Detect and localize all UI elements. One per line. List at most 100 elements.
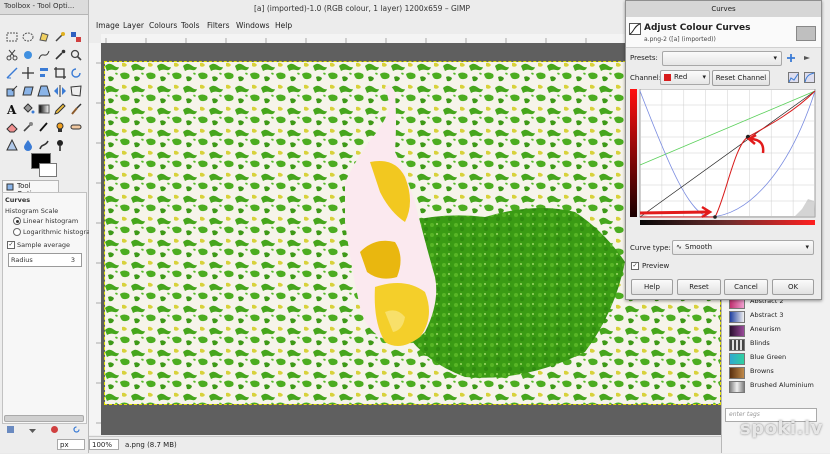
preview-checkbox[interactable]: ✓ xyxy=(631,262,639,270)
bucket-fill-icon[interactable] xyxy=(21,102,35,116)
unit-select[interactable]: px xyxy=(57,439,85,450)
crop-icon[interactable] xyxy=(53,66,67,80)
blend-icon[interactable] xyxy=(37,102,51,116)
gradient-name: Blinds xyxy=(750,339,770,347)
curve-type-combo[interactable]: ∿ Smooth ▾ xyxy=(672,240,814,255)
cancel-button[interactable]: Cancel xyxy=(724,279,768,295)
curve-graph[interactable] xyxy=(630,89,816,225)
flip-icon[interactable] xyxy=(53,84,67,98)
curves-titlebar[interactable]: Curves xyxy=(626,1,821,18)
ok-button[interactable]: OK xyxy=(772,279,814,295)
gradient-name: Blue Green xyxy=(750,353,787,361)
log-histogram-label: Logarithmic histogram xyxy=(23,228,97,236)
log-histogram-radio[interactable] xyxy=(13,228,21,236)
chevron-down-icon: ▾ xyxy=(773,54,777,62)
linear-histogram-label: Linear histogram xyxy=(23,217,79,225)
help-button[interactable]: Help xyxy=(631,279,673,295)
toolbox-scrollbar[interactable] xyxy=(4,415,84,422)
airbrush-icon[interactable] xyxy=(21,120,35,134)
shear-icon[interactable] xyxy=(21,84,35,98)
foreground-select-icon[interactable] xyxy=(21,48,35,62)
paths-icon[interactable] xyxy=(37,48,51,62)
menu-image[interactable]: Image xyxy=(96,21,120,30)
blur-icon[interactable] xyxy=(21,138,35,152)
rotate-icon[interactable] xyxy=(69,66,83,80)
gradient-item[interactable]: Blinds xyxy=(729,338,829,351)
select-by-color-icon[interactable] xyxy=(69,30,83,44)
menu-windows[interactable]: Windows xyxy=(236,21,269,30)
linear-histogram-radio[interactable] xyxy=(13,217,21,225)
gradient-item[interactable]: Blue Green xyxy=(729,352,829,365)
radius-field[interactable]: Radius 3 xyxy=(8,253,82,267)
zoom-icon[interactable] xyxy=(69,48,83,62)
ellipse-select-icon[interactable] xyxy=(21,30,35,44)
fuzzy-select-icon[interactable] xyxy=(53,30,67,44)
delete-options-icon[interactable] xyxy=(50,425,59,434)
statusbar: px 100% a.png (8.7 MB) xyxy=(57,436,830,454)
curves-icon xyxy=(629,23,641,35)
save-options-icon[interactable] xyxy=(6,425,15,434)
cage-icon[interactable] xyxy=(69,84,83,98)
channel-combo[interactable]: Red ▾ xyxy=(660,70,710,85)
measure-icon[interactable] xyxy=(5,66,19,80)
reset-options-icon[interactable] xyxy=(72,425,81,434)
dodge-burn-icon[interactable] xyxy=(53,138,67,152)
channel-label: Channel: xyxy=(630,74,662,82)
gradient-item[interactable]: Abstract 3 xyxy=(729,310,829,323)
preview-label: Preview xyxy=(642,262,670,270)
move-icon[interactable] xyxy=(21,66,35,80)
gradient-item[interactable]: Browns xyxy=(729,366,829,379)
perspective-clone-icon[interactable] xyxy=(5,138,19,152)
reset-button[interactable]: Reset xyxy=(677,279,721,295)
pencil-icon[interactable] xyxy=(53,102,67,116)
restore-options-icon[interactable] xyxy=(28,425,37,434)
free-select-icon[interactable] xyxy=(37,30,51,44)
preset-menu-icon[interactable] xyxy=(802,53,812,63)
ink-icon[interactable] xyxy=(37,120,51,134)
scale-icon[interactable] xyxy=(5,84,19,98)
gradient-name: Abstract 3 xyxy=(750,311,784,319)
scissors-icon[interactable] xyxy=(5,48,19,62)
reset-channel-button[interactable]: Reset Channel xyxy=(712,70,770,86)
curves-heading: Adjust Colour Curves xyxy=(644,23,751,33)
log-histogram-icon[interactable] xyxy=(804,72,815,83)
gradient-item[interactable]: Brushed Aluminium xyxy=(729,380,829,393)
smudge-icon[interactable] xyxy=(37,138,51,152)
perspective-icon[interactable] xyxy=(37,84,51,98)
clone-icon[interactable] xyxy=(53,120,67,134)
gradient-item[interactable]: Aneurism xyxy=(729,324,829,337)
add-preset-icon[interactable] xyxy=(786,53,796,63)
file-info: a.png (8.7 MB) xyxy=(125,441,177,449)
curves-header: Adjust Colour Curves a.png-2 ([a] (impor… xyxy=(626,17,821,48)
gradient-swatch xyxy=(729,339,745,351)
menu-colours[interactable]: Colours xyxy=(149,21,177,30)
presets-combo[interactable]: ▾ xyxy=(662,51,782,66)
heal-icon[interactable] xyxy=(69,120,83,134)
histogram-scale-label: Histogram Scale xyxy=(5,207,59,215)
menu-layer[interactable]: Layer xyxy=(123,21,144,30)
menu-filters[interactable]: Filters xyxy=(207,21,229,30)
tool-options-icon xyxy=(6,183,14,191)
background-color-swatch[interactable] xyxy=(39,163,57,177)
menu-tools[interactable]: Tools xyxy=(181,21,199,30)
toolbox-window: Toolbox - Tool Opti... A Tool Options Cu… xyxy=(0,0,96,453)
menu-help[interactable]: Help xyxy=(275,21,292,30)
align-icon[interactable] xyxy=(37,66,51,80)
curves-window-title: Curves xyxy=(711,5,736,13)
gradient-swatch xyxy=(729,325,745,337)
tag-placeholder: enter tags xyxy=(729,411,760,418)
zoom-value: 100% xyxy=(92,441,113,449)
rect-select-icon[interactable] xyxy=(5,30,19,44)
chevron-down-icon: ▾ xyxy=(702,73,706,81)
paintbrush-icon[interactable] xyxy=(69,102,83,116)
zoom-select[interactable]: 100% xyxy=(89,439,119,450)
color-picker-icon[interactable] xyxy=(53,48,67,62)
curve-type-label: Curve type: xyxy=(630,244,671,252)
presets-label: Presets: xyxy=(630,54,658,62)
eraser-icon[interactable] xyxy=(5,120,19,134)
toolbox-titlebar[interactable]: Toolbox - Tool Opti... xyxy=(0,0,88,15)
text-icon[interactable]: A xyxy=(5,102,19,116)
sample-average-checkbox[interactable]: ✓ xyxy=(7,241,15,249)
sample-average-label: Sample average xyxy=(17,241,71,249)
linear-histogram-icon[interactable] xyxy=(788,72,799,83)
